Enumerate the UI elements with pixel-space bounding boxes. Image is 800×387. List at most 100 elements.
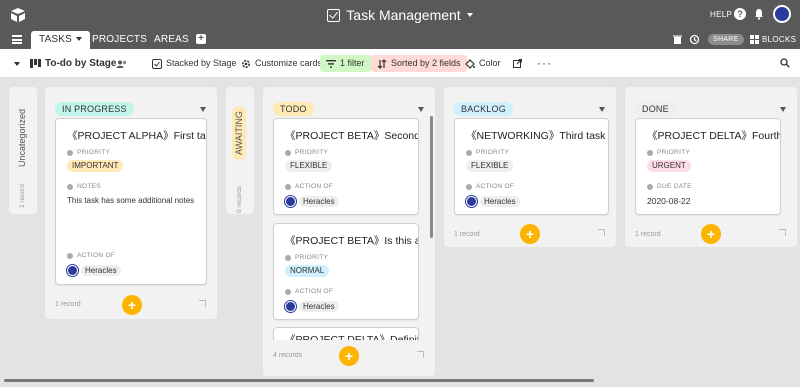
customize-cards-button[interactable]: Customize cards	[241, 55, 322, 72]
sort-button[interactable]: Sorted by 2 fields	[371, 55, 467, 72]
column-record-count: 1 record	[454, 231, 480, 238]
card-title: 《PROJECT DELTA》Fourth task	[647, 130, 781, 142]
color-button[interactable]: Color	[465, 55, 501, 72]
field-label-text: PRIORITY	[295, 149, 329, 156]
column-record-count: 1 record	[635, 231, 661, 238]
record-card[interactable]: 《PROJECT ALPHA》First task PRIORITY IMPOR…	[55, 118, 207, 285]
avatar	[285, 300, 296, 312]
tab-projects[interactable]: PROJECTS	[84, 31, 155, 49]
history-icon[interactable]	[689, 34, 700, 45]
avatar	[67, 264, 78, 276]
field-label-text: ACTION OF	[77, 252, 116, 259]
add-table-icon[interactable]: +	[196, 34, 206, 44]
avatar	[285, 195, 296, 207]
card-title: 《PROJECT BETA》Is this a t...	[285, 235, 418, 247]
blocks-button[interactable]: BLOCKS	[762, 35, 796, 44]
assignee: Heracles	[466, 195, 520, 207]
field-label: ACTION OF	[285, 183, 333, 190]
record-card[interactable]: 《PROJECT BETA》Is this a t... PRIORITY NO…	[273, 223, 419, 320]
expand-icon[interactable]	[598, 229, 605, 236]
person-icon	[67, 252, 73, 259]
tab-label: TASKS	[39, 34, 73, 45]
column-scrollbar[interactable]	[430, 116, 433, 238]
view-switcher[interactable]: To-do by Stage	[30, 55, 116, 72]
field-label-text: PRIORITY	[77, 149, 111, 156]
collaborators-icon[interactable]	[116, 60, 128, 68]
field-label-text: ACTION OF	[476, 183, 515, 190]
gear-icon	[241, 59, 251, 68]
checkbox-icon	[152, 58, 162, 69]
chevron-down-icon[interactable]	[418, 107, 424, 112]
search-icon[interactable]	[780, 58, 790, 68]
column-uncategorized[interactable]: Uncategorized 1 record	[9, 87, 37, 214]
column-record-count: 1 record	[19, 184, 26, 208]
expand-icon[interactable]	[199, 300, 206, 307]
user-avatar[interactable]	[773, 5, 791, 23]
field-label-text: PRIORITY	[295, 254, 329, 261]
hamburger-menu-icon[interactable]	[12, 35, 22, 44]
field-label: PRIORITY	[466, 149, 509, 156]
bell-icon[interactable]	[754, 8, 764, 20]
field-label-text: ACTION OF	[295, 288, 334, 295]
priority-tag: URGENT	[647, 160, 691, 172]
add-record-button[interactable]: +	[701, 224, 721, 244]
chevron-down-icon	[466, 13, 473, 17]
base-title-text: Task Management	[346, 7, 461, 23]
kanban-icon	[30, 59, 41, 68]
person-icon	[466, 183, 472, 190]
share-button[interactable]: SHARE	[708, 34, 744, 45]
due-date-value: 2020-08-22	[647, 196, 691, 206]
filter-label: 1 filter	[340, 58, 365, 68]
column-awaiting[interactable]: AWAITING 0 records	[226, 87, 254, 214]
assignee: Heracles	[67, 264, 121, 276]
add-record-button[interactable]: +	[520, 224, 540, 244]
paint-bucket-icon	[465, 58, 475, 69]
calendar-icon	[647, 183, 653, 190]
views-toggle[interactable]	[14, 55, 20, 72]
filter-icon	[326, 59, 336, 68]
trash-icon[interactable]	[672, 34, 683, 45]
expand-icon[interactable]	[417, 351, 424, 358]
stacked-by-button[interactable]: Stacked by Stage	[152, 55, 237, 72]
field-label: ACTION OF	[67, 252, 115, 259]
record-card[interactable]: 《NETWORKING》Third task PRIORITY FLEXIBLE…	[454, 118, 609, 215]
chevron-down-icon[interactable]	[200, 107, 206, 112]
airtable-logo-icon[interactable]	[10, 7, 26, 23]
field-label: PRIORITY	[285, 254, 328, 261]
priority-icon	[285, 149, 291, 156]
record-card[interactable]: 《PROJECT DELTA》Fourth task PRIORITY URGE…	[635, 118, 781, 215]
notes-text: This task has some additional notes	[67, 196, 195, 205]
add-record-button[interactable]: +	[339, 346, 359, 366]
chevron-down-icon[interactable]	[780, 107, 786, 112]
card-title: 《PROJECT ALPHA》First task	[67, 130, 207, 142]
column-done: DONE 《PROJECT DELTA》Fourth task PRIORITY…	[625, 87, 797, 247]
add-record-button[interactable]: +	[122, 295, 142, 315]
filter-button[interactable]: 1 filter	[320, 55, 371, 72]
base-title[interactable]: Task Management	[327, 7, 473, 23]
help-link[interactable]: HELP	[710, 10, 732, 19]
field-label: DUE DATE	[647, 183, 692, 190]
blocks-icon[interactable]	[750, 35, 759, 44]
expand-icon[interactable]	[779, 229, 786, 236]
chevron-down-icon	[14, 61, 20, 66]
tab-label: AREAS	[154, 34, 189, 45]
assignee: Heracles	[285, 195, 339, 207]
tab-areas[interactable]: AREAS	[146, 31, 197, 49]
priority-tag: NORMAL	[285, 265, 330, 277]
chevron-down-icon[interactable]	[599, 107, 605, 112]
share-view-icon[interactable]	[513, 59, 522, 68]
notes-icon	[67, 183, 73, 190]
card-title: 《NETWORKING》Third task	[466, 130, 606, 142]
horizontal-scrollbar[interactable]	[4, 379, 594, 382]
assignee-name: Heracles	[299, 195, 339, 207]
help-icon[interactable]: ?	[734, 8, 746, 20]
chevron-down-icon	[76, 37, 83, 42]
tab-tasks[interactable]: TASKS	[31, 31, 91, 49]
assignee: Heracles	[285, 300, 339, 312]
view-toolbar: To-do by Stage Stacked by Stage Customiz…	[0, 49, 800, 78]
person-icon	[285, 183, 291, 190]
record-card[interactable]: 《PROJECT BETA》Second t... PRIORITY FLEXI…	[273, 118, 419, 215]
column-title: DONE	[635, 102, 676, 116]
field-label-text: DUE DATE	[657, 183, 692, 190]
more-options-icon[interactable]: ···	[537, 56, 552, 70]
